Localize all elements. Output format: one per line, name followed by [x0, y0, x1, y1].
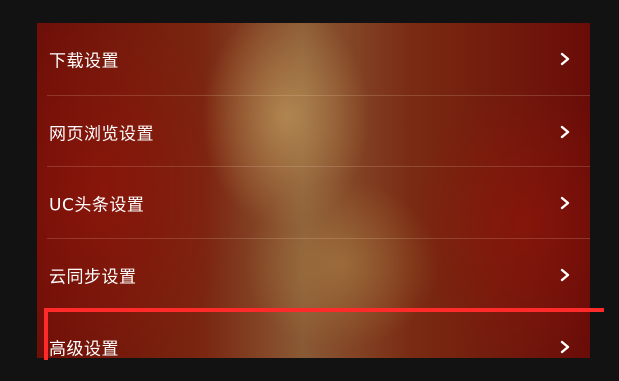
- settings-item-label: 网页浏览设置: [49, 124, 154, 144]
- settings-item-uc-headlines[interactable]: UC头条设置: [37, 167, 590, 238]
- settings-item-advanced[interactable]: 高级设置: [37, 311, 590, 358]
- settings-item-web-browsing[interactable]: 网页浏览设置: [37, 96, 590, 167]
- settings-item-label: 云同步设置: [49, 267, 137, 287]
- chevron-right-icon: [560, 52, 570, 65]
- settings-item-download[interactable]: 下载设置: [37, 23, 590, 94]
- settings-item-label: 高级设置: [49, 339, 119, 358]
- chevron-right-icon: [560, 268, 570, 281]
- settings-panel: 下载设置 网页浏览设置 UC头条设置 云同步设置 高级设置: [37, 23, 590, 358]
- settings-item-label: UC头条设置: [49, 195, 145, 215]
- settings-item-cloud-sync[interactable]: 云同步设置: [37, 239, 590, 310]
- settings-item-label: 下载设置: [49, 51, 119, 71]
- chevron-right-icon: [560, 125, 570, 138]
- chevron-right-icon: [560, 340, 570, 353]
- chevron-right-icon: [560, 196, 570, 209]
